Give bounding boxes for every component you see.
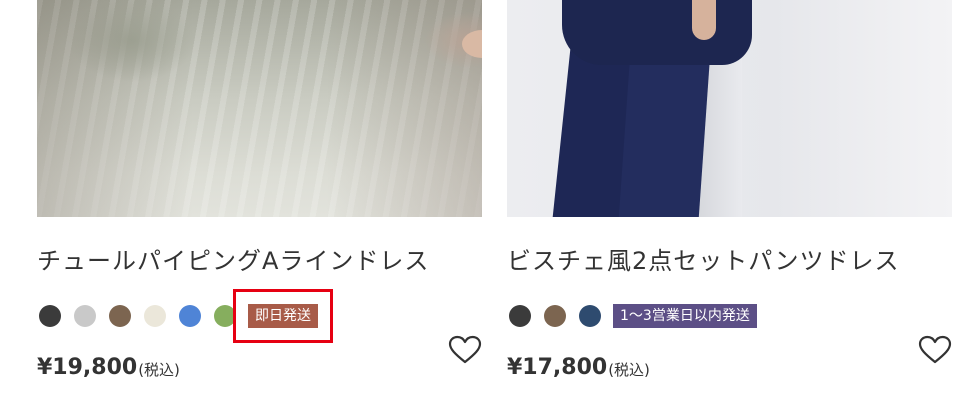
color-swatch[interactable] [144,305,166,327]
color-swatch[interactable] [74,305,96,327]
photo-backdrop [37,0,482,217]
product-price: ¥19,800 [37,355,138,380]
color-swatch[interactable] [214,305,236,327]
heart-outline-icon[interactable] [448,335,482,365]
shipping-badge: 即日発送 [233,289,333,343]
tax-label: (税込) [138,361,180,379]
heart-outline-icon[interactable] [918,335,952,365]
photo-detail [618,40,712,217]
tax-label: (税込) [608,361,650,379]
color-swatches: 1〜3営業日以内発送 [507,303,952,329]
price-row: ¥17,800 (税込) [507,335,952,381]
product-image[interactable] [37,0,482,217]
color-swatch[interactable] [579,305,601,327]
shipping-badge: 1〜3営業日以内発送 [613,304,757,328]
product-name[interactable]: ビスチェ風2点セットパンツドレス [507,246,952,276]
color-swatch[interactable] [179,305,201,327]
color-swatch[interactable] [39,305,61,327]
product-card[interactable]: チュールパイピングAラインドレス 即日発送 ¥19,800 (税込) [37,0,482,381]
product-card[interactable]: ビスチェ風2点セットパンツドレス 1〜3営業日以内発送 ¥17,800 (税込) [507,0,952,381]
color-swatch[interactable] [544,305,566,327]
photo-detail [562,0,752,65]
product-price: ¥17,800 [507,355,608,380]
price-row: ¥19,800 (税込) [37,335,482,381]
color-swatch[interactable] [109,305,131,327]
photo-detail [692,0,716,40]
product-name[interactable]: チュールパイピングAラインドレス [37,246,482,276]
color-swatch[interactable] [509,305,531,327]
color-swatches: 即日発送 [37,289,482,343]
product-image[interactable] [507,0,952,217]
